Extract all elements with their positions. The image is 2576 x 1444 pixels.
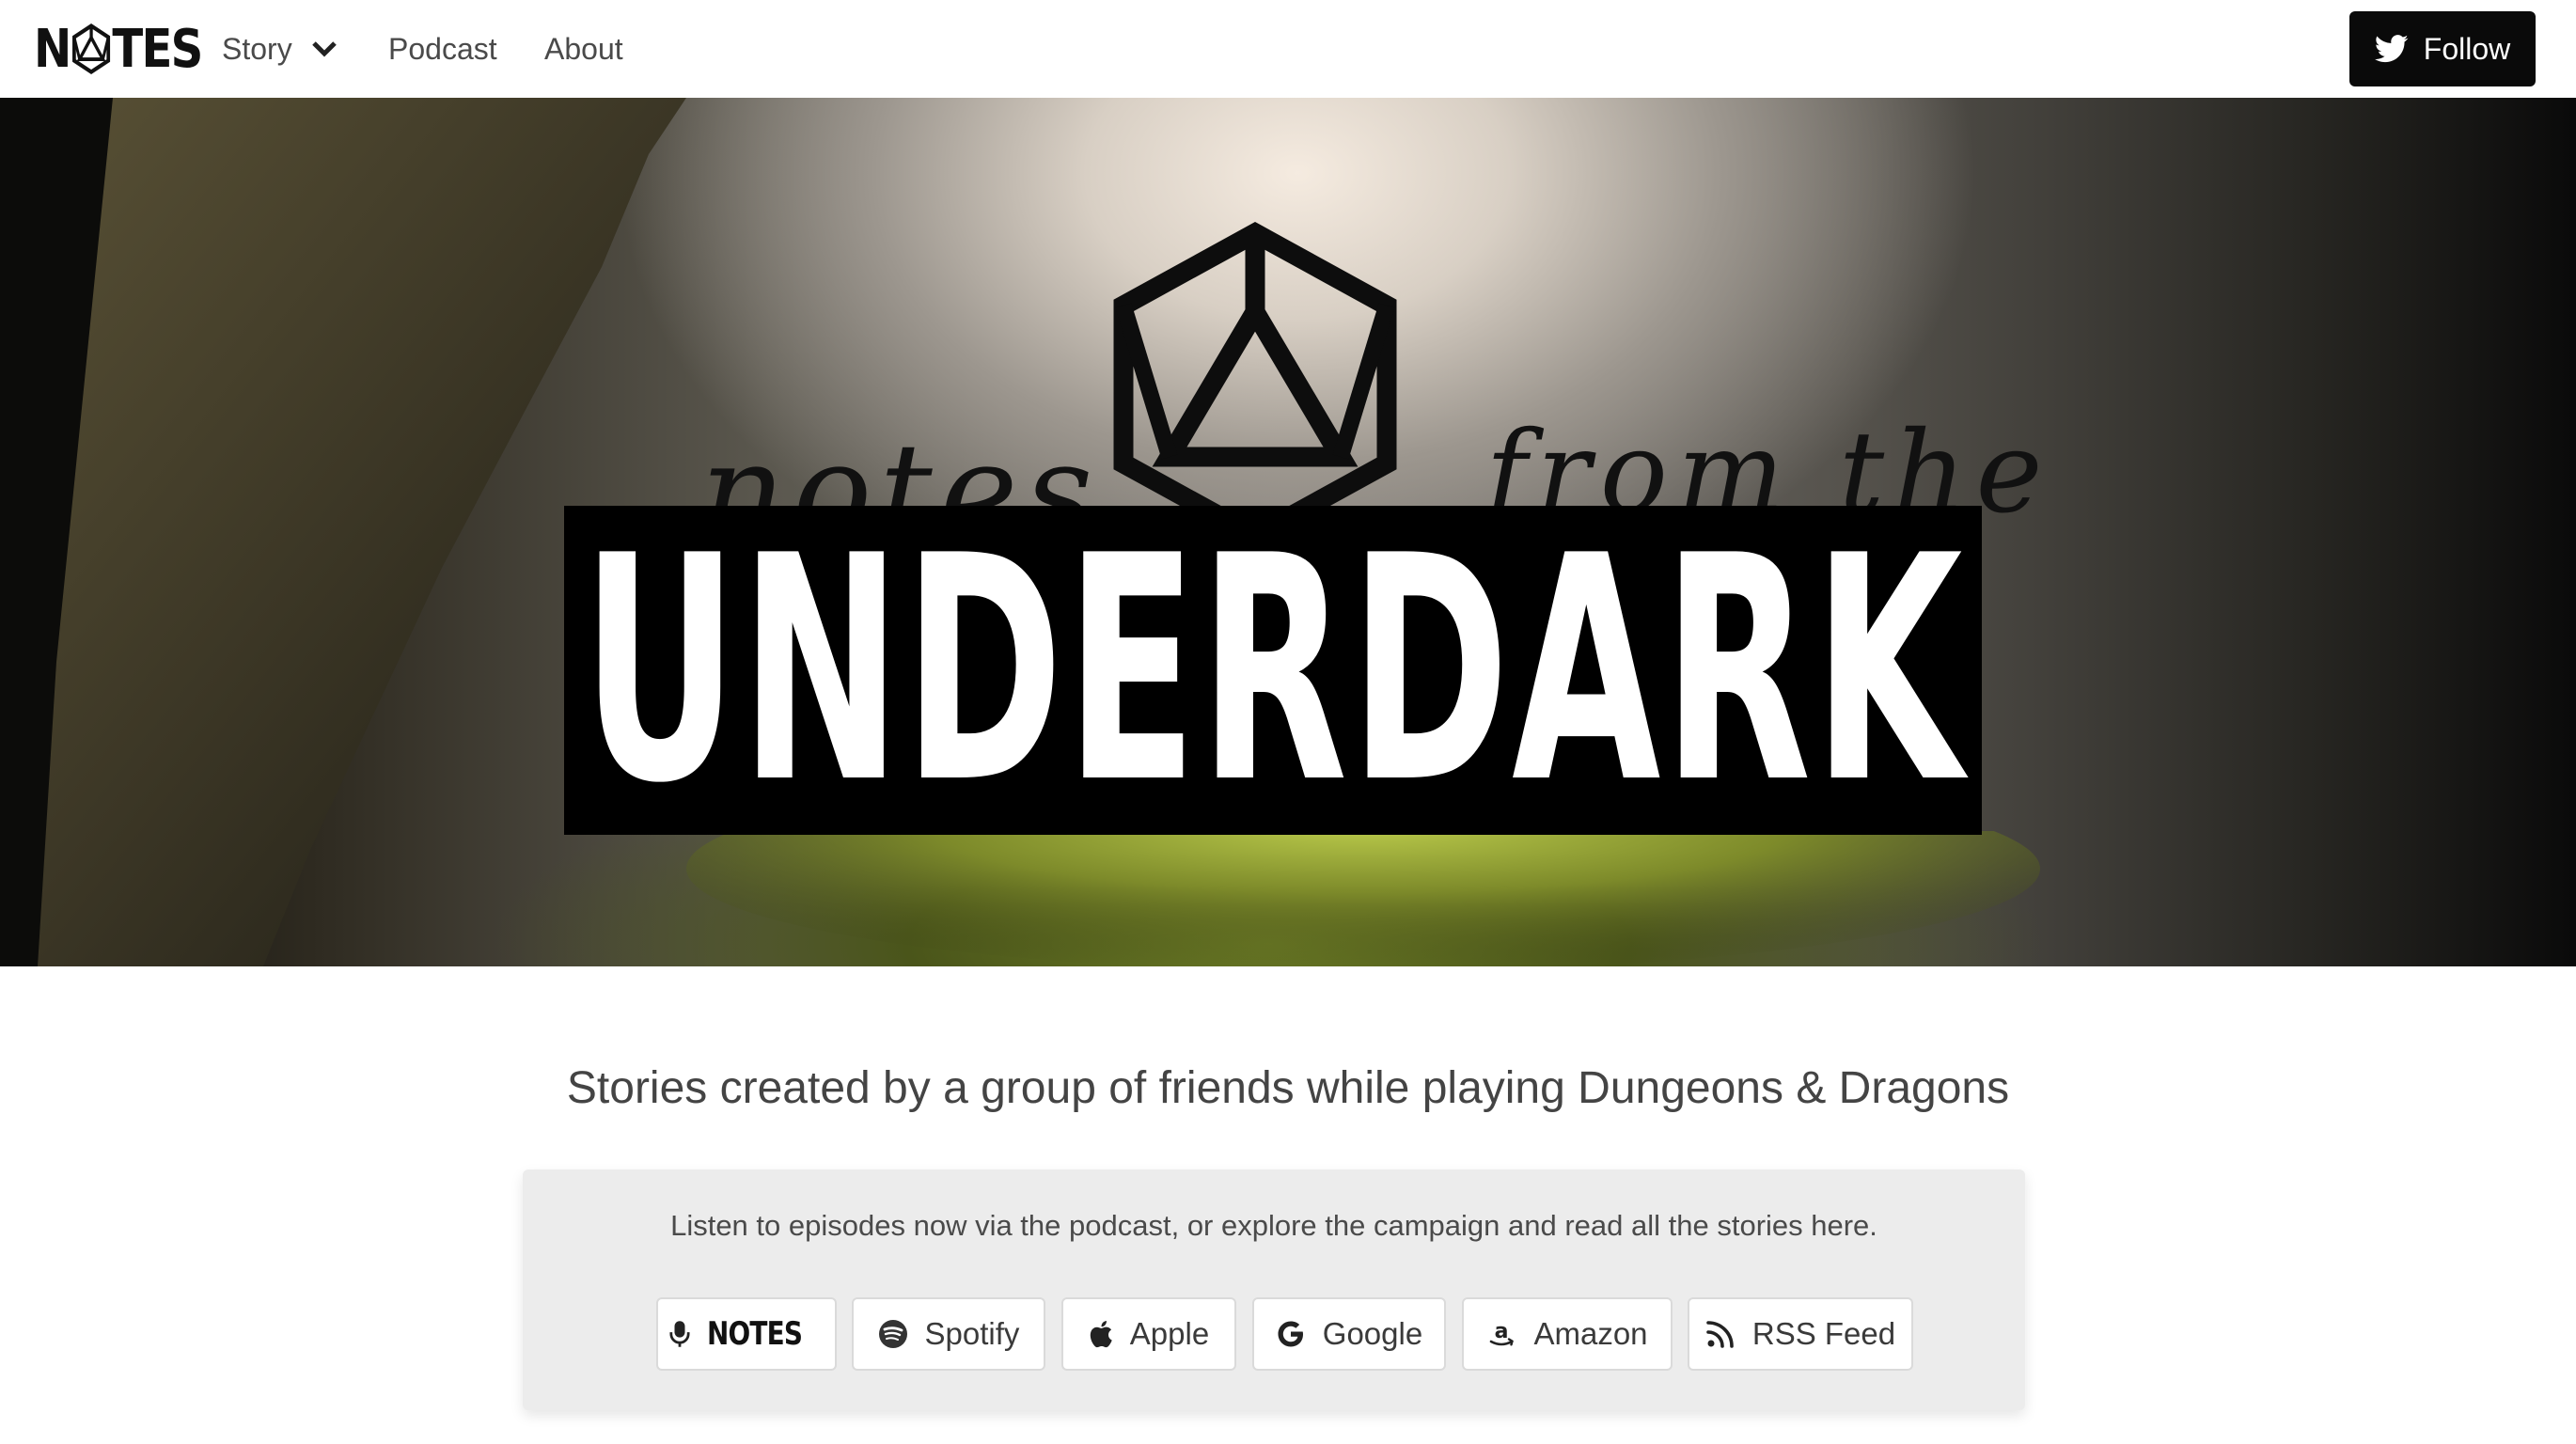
listen-description: Listen to episodes now via the podcast, …: [670, 1209, 1877, 1242]
follow-button[interactable]: Follow: [2349, 11, 2536, 86]
brand-logo[interactable]: N TES: [34, 18, 203, 80]
brand-tes: TES: [112, 18, 203, 80]
nav-podcast[interactable]: Podcast: [388, 26, 497, 71]
d20-icon: [71, 24, 110, 74]
rss-feed-label: RSS Feed: [1751, 1316, 1896, 1351]
chevron-down-icon: [311, 41, 337, 57]
spotify-button[interactable]: Spotify: [852, 1297, 1045, 1371]
hero-d20-icon: [1113, 222, 1397, 547]
twitter-icon: [2374, 35, 2409, 63]
spotify-icon: [878, 1320, 907, 1348]
notes-podcast-label: NOTES: [707, 1315, 803, 1353]
tagline: Stories created by a group of friends wh…: [566, 1063, 2010, 1113]
navbar: N TES Story Podcast About Follow: [0, 0, 2576, 98]
brand-n: N: [34, 18, 71, 80]
apple-button[interactable]: Apple: [1061, 1297, 1236, 1371]
google-button[interactable]: Google: [1252, 1297, 1446, 1371]
amazon-button[interactable]: a Amazon: [1462, 1297, 1673, 1371]
microphone-icon: [669, 1321, 690, 1347]
follow-label: Follow: [2423, 31, 2511, 66]
spotify-label: Spotify: [924, 1316, 1020, 1351]
moss-ground: [686, 831, 2040, 966]
hero-title: UNDERDARK: [581, 506, 1965, 835]
amazon-label: Amazon: [1533, 1316, 1648, 1351]
google-label: Google: [1322, 1316, 1423, 1351]
rss-icon: [1706, 1321, 1734, 1348]
hero-banner: notes from the UNDERDARK: [0, 98, 2576, 966]
hero-title-bar: UNDERDARK: [564, 506, 1982, 835]
listen-card: Listen to episodes now via the podcast, …: [523, 1169, 2025, 1410]
amazon-icon: a: [1490, 1320, 1515, 1346]
rss-feed-button[interactable]: RSS Feed: [1688, 1297, 1913, 1371]
apple-icon: [1090, 1320, 1112, 1348]
svg-text:a: a: [1495, 1320, 1509, 1343]
nav-about[interactable]: About: [544, 26, 623, 71]
notes-podcast-button[interactable]: NOTES: [656, 1297, 837, 1371]
apple-label: Apple: [1129, 1316, 1210, 1351]
google-icon: [1278, 1321, 1303, 1347]
nav-story[interactable]: Story: [222, 26, 338, 71]
nav-story-label: Story: [222, 32, 292, 66]
